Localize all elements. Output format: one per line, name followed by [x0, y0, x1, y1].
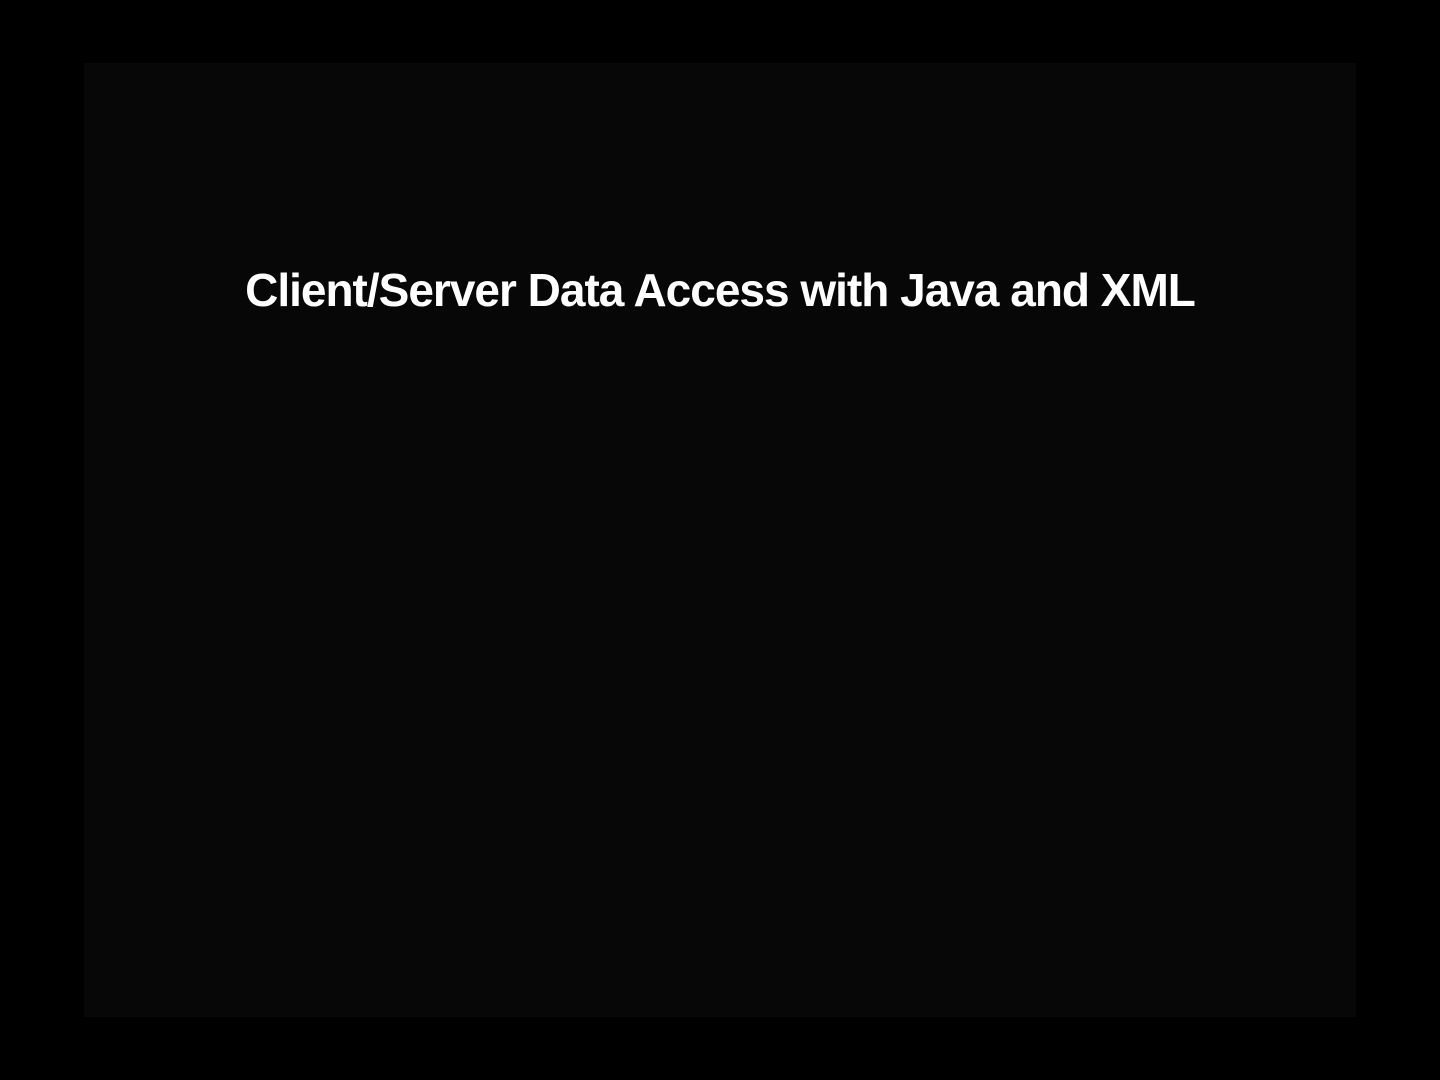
- slide-frame: Client/Server Data Access with Java and …: [84, 63, 1356, 1017]
- slide-title: Client/Server Data Access with Java and …: [84, 263, 1356, 317]
